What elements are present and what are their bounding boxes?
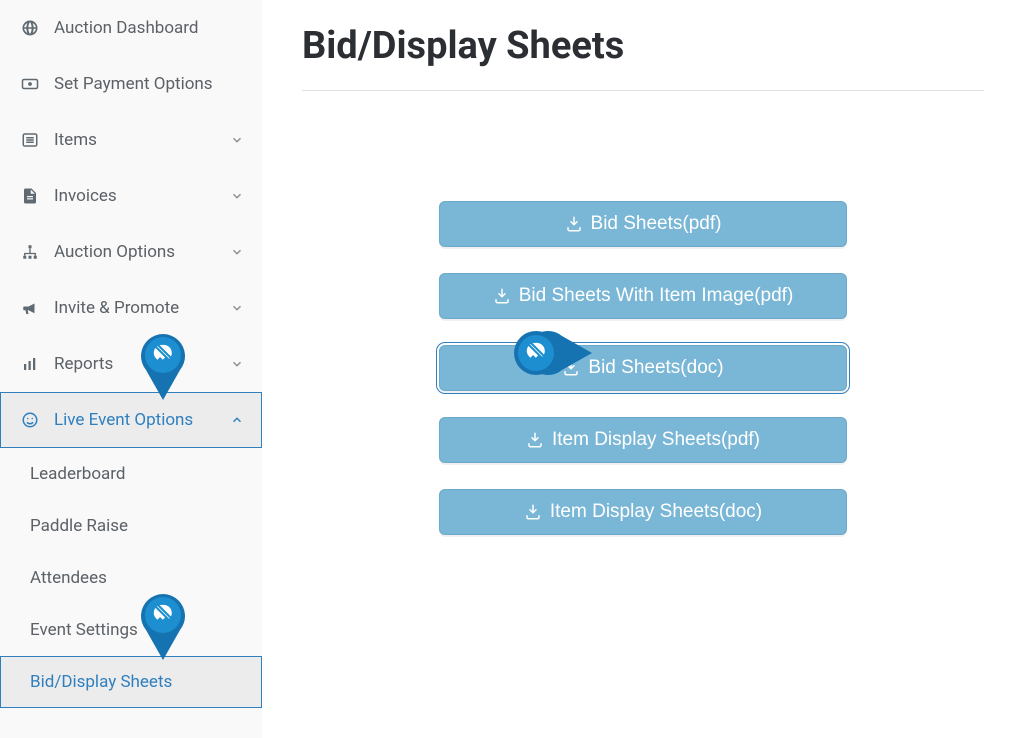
sidebar-item-label: Auction Dashboard xyxy=(54,18,244,38)
chevron-down-icon xyxy=(230,357,244,371)
download-icon xyxy=(565,215,583,233)
money-icon xyxy=(18,75,42,93)
sidebar: Auction Dashboard Set Payment Options It… xyxy=(0,0,262,738)
sidebar-item-label: Auction Options xyxy=(54,242,230,262)
smile-icon xyxy=(18,411,42,429)
sidebar-subnav: Leaderboard Paddle Raise Attendees Event… xyxy=(0,448,262,708)
sidebar-item-invoices[interactable]: Invoices xyxy=(0,168,262,224)
sidebar-item-label: Live Event Options xyxy=(54,410,230,430)
subnav-item-bid-display-sheets[interactable]: Bid/Display Sheets xyxy=(0,656,262,708)
sidebar-item-label: Set Payment Options xyxy=(54,74,244,94)
list-icon xyxy=(18,131,42,149)
download-buttons: Bid Sheets(pdf) Bid Sheets With Item Ima… xyxy=(302,201,984,535)
pointer-marker-icon xyxy=(138,590,188,662)
button-label: Bid Sheets With Item Image(pdf) xyxy=(519,285,794,307)
chevron-down-icon xyxy=(230,301,244,315)
chevron-down-icon xyxy=(230,245,244,259)
pointer-marker-icon xyxy=(138,330,188,402)
sidebar-item-label: Invite & Promote xyxy=(54,298,230,318)
download-icon xyxy=(524,503,542,521)
bullhorn-icon xyxy=(18,299,42,317)
sidebar-item-label: Items xyxy=(54,130,230,150)
button-label: Bid Sheets(pdf) xyxy=(591,213,722,235)
subnav-item-paddle-raise[interactable]: Paddle Raise xyxy=(0,500,262,552)
sitemap-icon xyxy=(18,243,42,261)
sidebar-item-invite-promote[interactable]: Invite & Promote xyxy=(0,280,262,336)
sidebar-item-reports[interactable]: Reports xyxy=(0,336,262,392)
sidebar-item-label: Invoices xyxy=(54,186,230,206)
bar-chart-icon xyxy=(18,355,42,373)
chevron-down-icon xyxy=(230,189,244,203)
button-label: Bid Sheets(doc) xyxy=(588,357,723,379)
sidebar-item-items[interactable]: Items xyxy=(0,112,262,168)
button-label: Item Display Sheets(pdf) xyxy=(552,429,760,451)
download-bid-sheets-image-pdf[interactable]: Bid Sheets With Item Image(pdf) xyxy=(439,273,847,319)
subnav-item-event-settings[interactable]: Event Settings xyxy=(0,604,262,656)
sidebar-item-live-event-options[interactable]: Live Event Options xyxy=(0,392,262,448)
download-icon xyxy=(526,431,544,449)
main-content: Bid/Display Sheets Bid Sheets(pdf) Bid S… xyxy=(262,0,1024,738)
download-item-display-sheets-pdf[interactable]: Item Display Sheets(pdf) xyxy=(439,417,847,463)
download-bid-sheets-pdf[interactable]: Bid Sheets(pdf) xyxy=(439,201,847,247)
pointer-marker-icon xyxy=(506,328,594,378)
download-bid-sheets-doc[interactable]: Bid Sheets(doc) xyxy=(439,345,847,391)
download-item-display-sheets-doc[interactable]: Item Display Sheets(doc) xyxy=(439,489,847,535)
chevron-up-icon xyxy=(230,413,244,427)
sidebar-item-auction-options[interactable]: Auction Options xyxy=(0,224,262,280)
chevron-down-icon xyxy=(230,133,244,147)
page-title: Bid/Display Sheets xyxy=(302,24,984,91)
sidebar-item-auction-dashboard[interactable]: Auction Dashboard xyxy=(0,0,262,56)
file-icon xyxy=(18,187,42,205)
download-icon xyxy=(493,287,511,305)
subnav-item-attendees[interactable]: Attendees xyxy=(0,552,262,604)
globe-icon xyxy=(18,19,42,37)
button-label: Item Display Sheets(doc) xyxy=(550,501,762,523)
subnav-item-leaderboard[interactable]: Leaderboard xyxy=(0,448,262,500)
sidebar-item-set-payment-options[interactable]: Set Payment Options xyxy=(0,56,262,112)
